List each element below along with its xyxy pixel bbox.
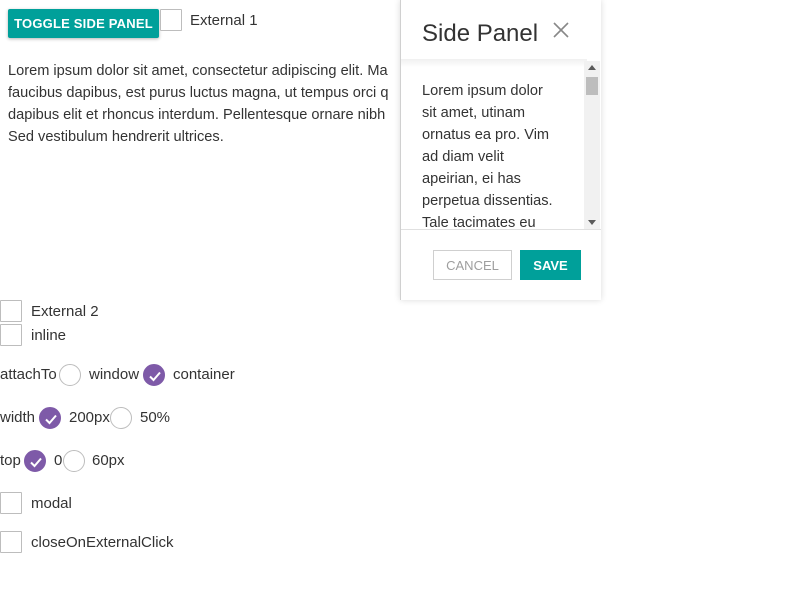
main-text-line: dapibus elit et rhoncus interdum. Pellen… <box>8 107 386 123</box>
scroll-down-arrow-icon[interactable] <box>588 220 596 225</box>
panel-text-line: ad diam velit <box>422 149 504 165</box>
modal-checkbox[interactable] <box>0 492 22 514</box>
main-text-line: Sed vestibulum hendrerit ultrices. <box>8 129 224 145</box>
top-label: top <box>0 452 21 469</box>
width-50-percent-radio[interactable] <box>110 407 132 429</box>
top-0-label: 0 <box>54 452 63 469</box>
main-text: Lorem ipsum dolor sit amet, consectetur … <box>8 60 400 150</box>
close-icon[interactable] <box>551 20 571 40</box>
cancel-button[interactable]: CANCEL <box>433 250 512 280</box>
panel-text-line: ornatus ea pro. Vim <box>422 127 550 143</box>
main-text-line: faucibus dapibus, est purus luctus magna… <box>8 85 389 101</box>
width-50-percent-label: 50% <box>140 409 171 426</box>
modal-label: modal <box>31 495 72 512</box>
side-panel: Side Panel Lorem ipsum dolor sit amet, u… <box>400 0 601 300</box>
panel-header-shadow <box>401 59 587 67</box>
inline-checkbox[interactable] <box>0 324 22 346</box>
attach-to-container-radio[interactable] <box>143 364 165 386</box>
panel-text-line: perpetua dissentias. <box>422 193 553 209</box>
external-1-label: External 1 <box>190 12 258 29</box>
top-0-radio[interactable] <box>24 450 46 472</box>
panel-scrollbar[interactable] <box>584 61 600 229</box>
scroll-up-arrow-icon[interactable] <box>588 65 596 70</box>
panel-footer-divider <box>401 229 601 230</box>
close-on-external-click-checkbox[interactable] <box>0 531 22 553</box>
panel-text-line: sit amet, utinam <box>422 105 526 121</box>
width-200px-radio[interactable] <box>39 407 61 429</box>
attach-to-window-radio[interactable] <box>59 364 81 386</box>
close-on-external-click-label: closeOnExternalClick <box>31 534 174 551</box>
checkmark-icon <box>149 371 161 382</box>
external-2-label: External 2 <box>31 303 99 320</box>
save-button[interactable]: SAVE <box>520 250 581 280</box>
inline-label: inline <box>31 327 67 344</box>
scroll-thumb[interactable] <box>586 77 598 95</box>
attach-to-label: attachTo <box>0 366 57 383</box>
attach-to-container-label: container <box>173 366 235 383</box>
top-60px-label: 60px <box>92 452 125 469</box>
external-1-checkbox[interactable] <box>160 9 182 31</box>
checkmark-icon <box>30 457 42 468</box>
checkmark-icon <box>45 414 57 425</box>
toggle-side-panel-button[interactable]: TOGGLE SIDE PANEL <box>8 9 159 38</box>
panel-text-line: Lorem ipsum dolor <box>422 83 543 99</box>
panel-text-line: Tale tacimates eu <box>422 215 536 229</box>
main-text-line: Lorem ipsum dolor sit amet, consectetur … <box>8 63 388 79</box>
width-label: width <box>0 409 36 426</box>
side-panel-content: Lorem ipsum dolor sit amet, utinam ornat… <box>422 80 572 229</box>
side-panel-title: Side Panel <box>422 20 539 47</box>
width-200px-label: 200px <box>69 409 110 426</box>
top-60px-radio[interactable] <box>63 450 85 472</box>
attach-to-window-label: window <box>89 366 140 383</box>
panel-text-line: apeirian, ei has <box>422 171 521 187</box>
external-2-checkbox[interactable] <box>0 300 22 322</box>
